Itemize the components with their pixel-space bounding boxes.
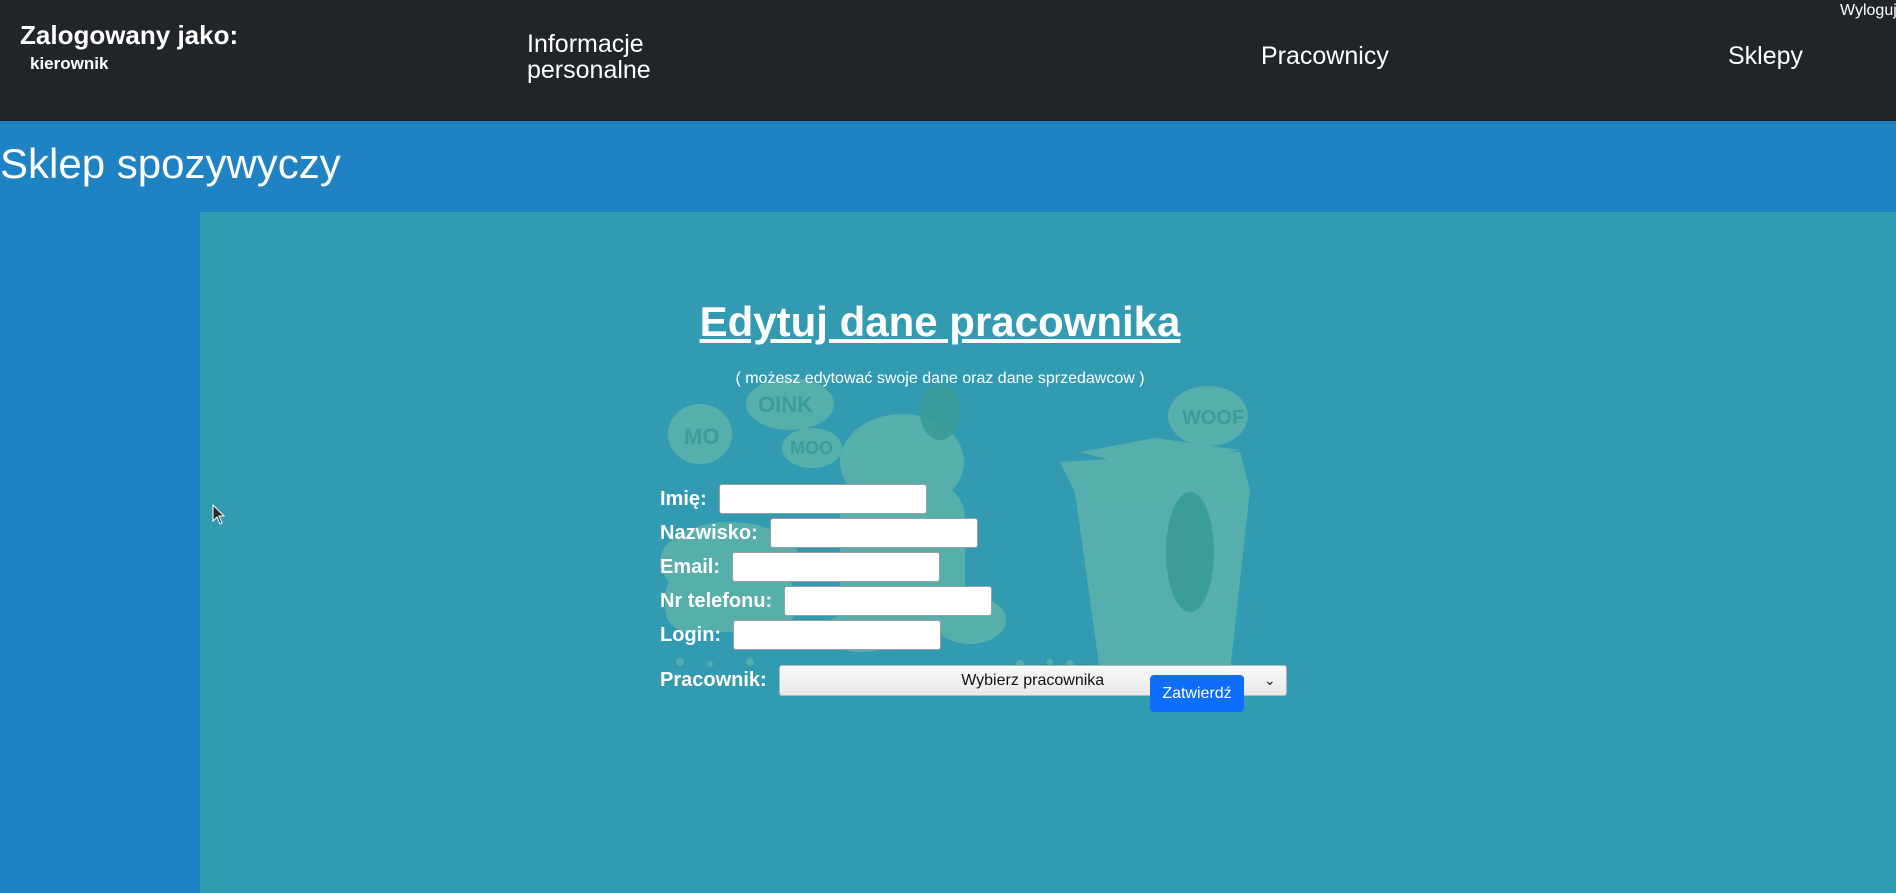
form-subtitle: ( możesz edytować swoje dane oraz dane s… [735, 370, 1145, 387]
phone-row: Nr telefonu: [660, 586, 993, 616]
form-title: Edytuj dane pracownika [699, 298, 1181, 345]
top-navbar: Zalogowany jako: kierownik Informacje pe… [0, 0, 1896, 121]
logged-in-block: Zalogowany jako: kierownik [20, 20, 238, 74]
email-label: Email: [660, 555, 721, 578]
employee-label: Pracownik: [660, 669, 767, 691]
logged-in-label: Zalogowany jako: [20, 20, 239, 50]
chevron-down-icon: ⌄ [1263, 672, 1276, 688]
login-input[interactable] [733, 620, 942, 650]
last-name-input[interactable] [769, 518, 978, 548]
logout-link[interactable]: Wyloguj [1840, 2, 1896, 20]
nav-employees[interactable]: Pracownicy [1261, 43, 1389, 69]
first-name-label: Imię: [660, 487, 707, 510]
login-row: Login: [660, 620, 942, 650]
phone-input[interactable] [784, 586, 993, 616]
svg-text:WOOF: WOOF [1182, 407, 1244, 429]
svg-text:MO: MO [684, 424, 719, 449]
login-label: Login: [660, 623, 722, 646]
store-title: Sklep spozywyczy [0, 140, 341, 187]
nav-shops[interactable]: Sklepy [1728, 43, 1803, 69]
mouse-cursor-icon [212, 504, 226, 525]
employee-select-value: Wybierz pracownika [961, 672, 1105, 689]
user-name: kierownik [30, 54, 109, 73]
main-panel: MO OINK MOO WOOF Edytuj dane pracownika … [200, 212, 1896, 893]
last-name-row: Nazwisko: [660, 518, 978, 548]
phone-label: Nr telefonu: [660, 589, 773, 612]
first-name-row: Imię: [660, 484, 927, 514]
first-name-input[interactable] [718, 484, 927, 514]
nav-personal-info[interactable]: Informacje personalne [527, 31, 687, 83]
email-input[interactable] [732, 552, 941, 582]
store-header: Sklep spozywyczy [0, 121, 1896, 212]
submit-button[interactable]: Zatwierdź [1150, 675, 1244, 712]
svg-text:OINK: OINK [758, 392, 813, 417]
email-row: Email: [660, 552, 941, 582]
last-name-label: Nazwisko: [660, 521, 758, 544]
